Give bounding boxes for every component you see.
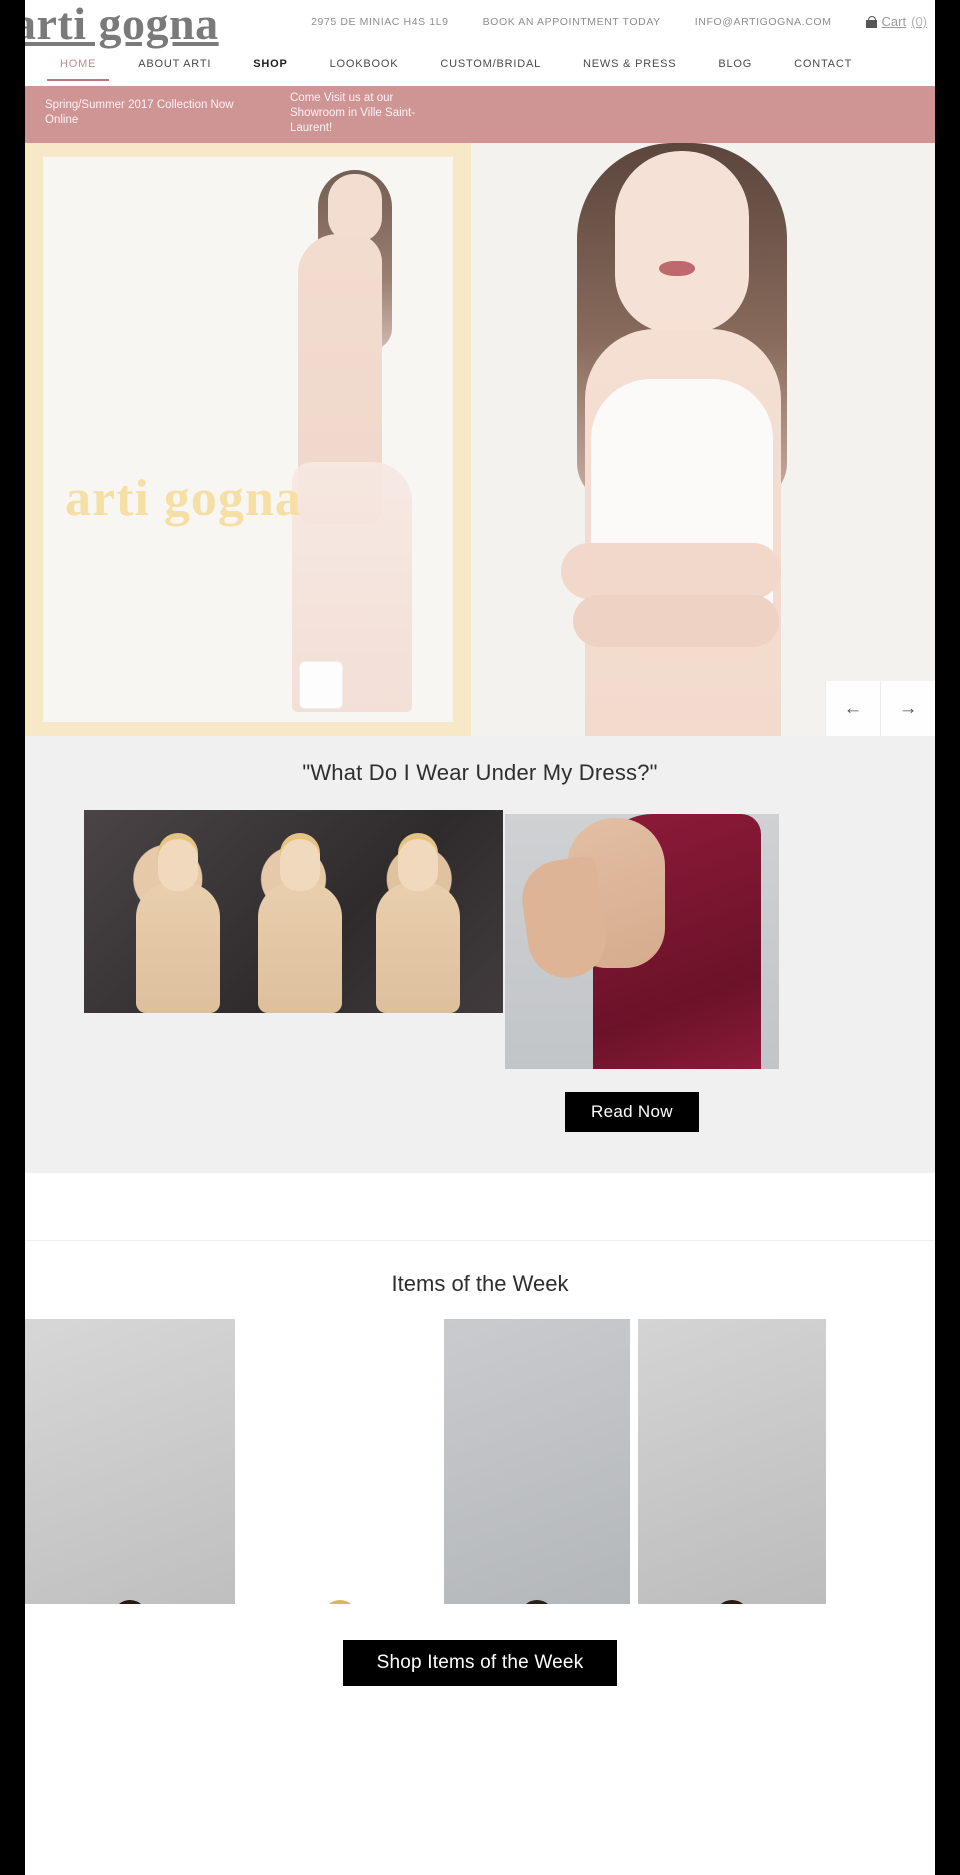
arrow-left-icon[interactable]: ← [825,681,880,736]
cart-label: Cart [881,14,907,29]
hero-model-right-illustration [481,143,901,736]
items-of-the-week-title: Items of the Week [391,1271,569,1296]
nav-item-news-press[interactable]: NEWS & PRESS [562,58,697,70]
product-card-black-backless-gown[interactable] [25,1319,235,1604]
nav-item-about-arti[interactable]: ABOUT ARTI [117,58,232,70]
feature-title: "What Do I Wear Under My Dress?" [302,760,658,785]
site-header: arti gogna 2975 DE MINIAC H4S 1L9 BOOK A… [25,0,935,86]
hero-slide: arti gogna [25,143,935,736]
nav-item-contact[interactable]: CONTACT [773,58,873,70]
product-card-red-backless-gown[interactable] [638,1319,826,1604]
browser-viewport: arti gogna 2975 DE MINIAC H4S 1L9 BOOK A… [0,0,960,1875]
hero-slider[interactable]: arti gogna ← → [25,143,935,736]
feature-section: "What Do I Wear Under My Dress?" Read No… [25,736,935,1173]
cart-link[interactable]: Cart (0) [865,14,927,29]
items-of-the-week-section: Items of the Week Shop Items of the Week [25,1241,935,1694]
announcement-banner: Spring/Summer 2017 Collection Now Online… [25,86,935,143]
nav-item-home[interactable]: HOME [39,58,117,81]
product-grid [25,1319,935,1604]
nav-item-custom-bridal[interactable]: CUSTOM/BRIDAL [419,58,562,70]
hero-image-left: arti gogna [25,143,471,736]
hero-model-left-illustration [236,162,436,722]
page-content: arti gogna 2975 DE MINIAC H4S 1L9 BOOK A… [25,0,935,1875]
product-card-black-cutout-gown[interactable] [444,1319,630,1604]
read-now-container: Read Now [565,1092,699,1132]
book-appointment-link[interactable]: BOOK AN APPOINTMENT TODAY [483,16,661,28]
shop-items-of-the-week-button[interactable]: Shop Items of the Week [342,1640,618,1686]
feature-image-shapewear[interactable] [84,810,503,1013]
feature-image-burgundy-dress[interactable] [505,814,779,1069]
nav-item-blog[interactable]: BLOG [697,58,773,70]
banner-showroom-text: Come Visit us at our Showroom in Ville S… [290,92,416,134]
hero-slider-controls: ← → [825,681,935,736]
hero-image-right [471,143,935,736]
product-card-red-cutout-gown[interactable] [257,1319,422,1604]
banner-collection-text: Spring/Summer 2017 Collection Now Online [45,99,234,126]
site-logo[interactable]: arti gogna [25,0,219,52]
shopping-bag-icon [865,15,877,28]
nav-item-shop[interactable]: SHOP [232,58,308,70]
shop-items-container: Shop Items of the Week [25,1604,935,1694]
email-link[interactable]: INFO@ARTIGOGNA.COM [695,16,832,28]
arrow-right-icon[interactable]: → [880,681,935,736]
read-now-button[interactable]: Read Now [565,1092,699,1132]
store-address: 2975 DE MINIAC H4S 1L9 [311,15,449,28]
hero-wordmark: arti gogna [65,470,302,527]
letterbox-left [0,0,25,1875]
utility-bar: 2975 DE MINIAC H4S 1L9 BOOK AN APPOINTME… [311,14,927,29]
cart-count: (0) [911,14,927,29]
letterbox-right [935,0,960,1875]
main-navigation: HOME ABOUT ARTI SHOP LOOKBOOK CUSTOM/BRI… [25,58,935,86]
nav-item-lookbook[interactable]: LOOKBOOK [309,58,420,70]
section-divider [25,1173,935,1241]
